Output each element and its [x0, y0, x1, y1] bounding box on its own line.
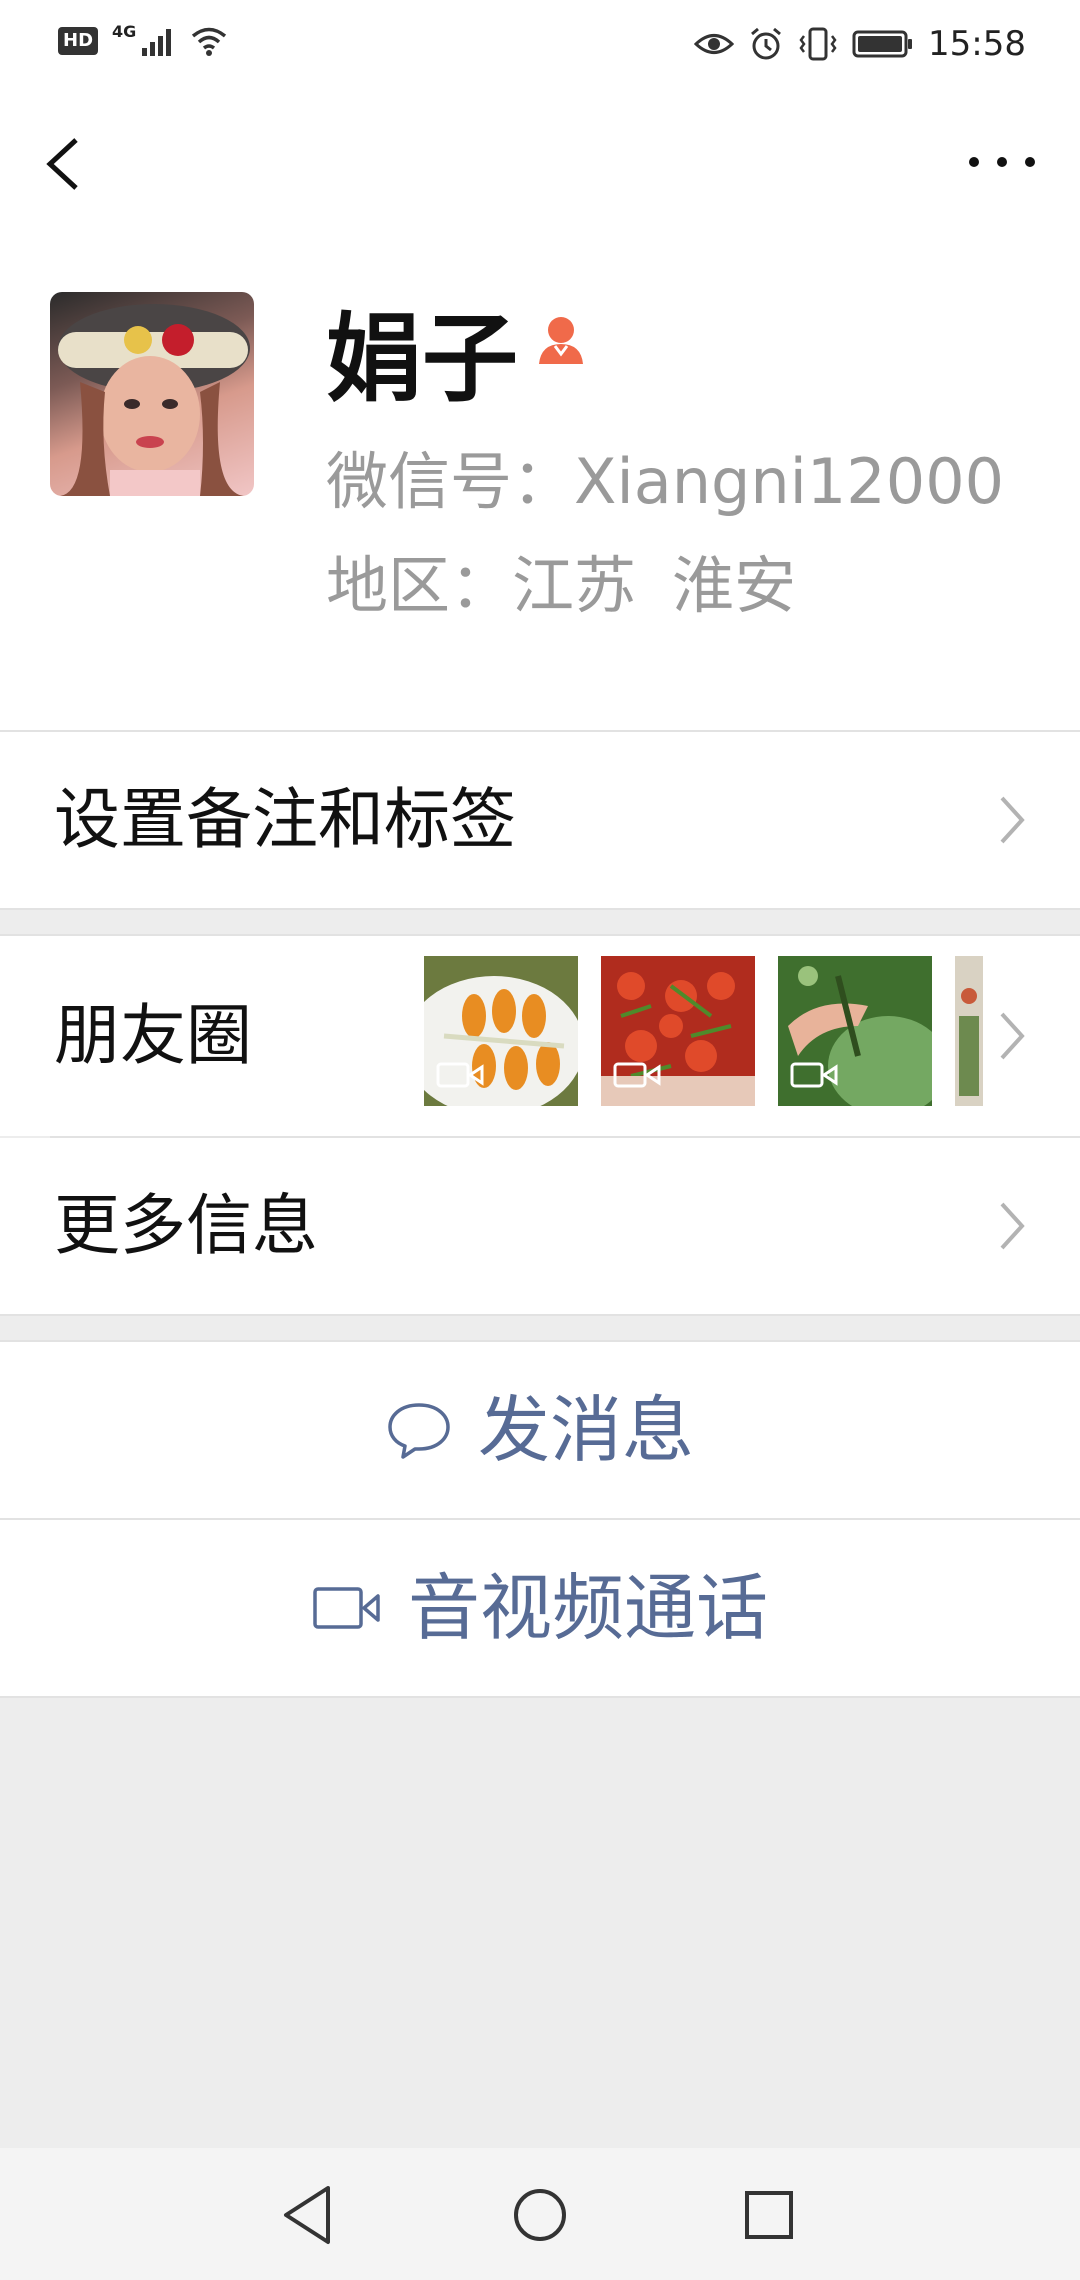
eye-icon — [694, 34, 735, 54]
moments-row[interactable]: 朋友圈 — [0, 936, 1080, 1136]
video-call-button[interactable]: 音视频通话 — [0, 1520, 1080, 1696]
video-camera-icon — [313, 1587, 380, 1629]
video-call-label: 音视频通话 — [407, 1566, 768, 1650]
nav-home-button[interactable] — [503, 2178, 577, 2252]
system-nav-bar — [0, 2148, 1080, 2280]
nav-back-button[interactable] — [272, 2178, 346, 2252]
status-time: 15:58 — [928, 24, 1026, 64]
battery-icon — [852, 30, 913, 58]
alarm-icon — [751, 27, 781, 60]
moments-thumbnail — [778, 956, 932, 1106]
chevron-right-icon — [1000, 1012, 1025, 1060]
status-right: 15:58 — [694, 24, 1026, 64]
back-button[interactable] — [36, 132, 100, 196]
chevron-right-icon — [1000, 1202, 1025, 1250]
avatar-image — [58, 304, 250, 496]
contact-name: 娟子 — [326, 303, 518, 415]
signal-icon — [142, 29, 172, 56]
wechat-id: 微信号：Xiangni12000 — [326, 445, 1005, 518]
top-bar — [0, 92, 1080, 242]
moments-label: 朋友圈 — [54, 997, 252, 1074]
divider — [0, 1314, 1080, 1316]
region-province: 江苏 — [512, 549, 637, 622]
remark-tags-label: 设置备注和标签 — [54, 781, 516, 858]
status-bar: HD 4G 15:58 — [0, 0, 1080, 92]
divider — [0, 908, 1080, 910]
video-icon — [613, 1062, 661, 1088]
chat-bubble-icon — [388, 1403, 450, 1459]
video-icon — [436, 1062, 484, 1088]
vibrate-icon — [799, 27, 837, 61]
chevron-right-icon — [1000, 796, 1025, 844]
send-message-button[interactable]: 发消息 — [0, 1342, 1080, 1518]
profile-header: 娟子 微信号：Xiangni12000 地区：江苏 淮安 — [0, 242, 1080, 730]
female-icon — [539, 317, 583, 364]
moments-thumbnail — [955, 956, 983, 1106]
nav-recents-button[interactable] — [732, 2178, 806, 2252]
moments-thumbnail — [601, 956, 755, 1106]
hd-icon: HD — [58, 27, 99, 55]
more-info-row[interactable]: 更多信息 — [0, 1138, 1080, 1314]
status-left: HD 4G — [58, 22, 228, 56]
wifi-icon — [192, 27, 227, 56]
more-info-label: 更多信息 — [54, 1187, 318, 1264]
divider — [0, 1696, 1080, 1698]
video-icon — [790, 1062, 838, 1088]
region-label: 地区： — [326, 549, 513, 622]
avatar[interactable] — [50, 292, 254, 496]
remark-tags-row[interactable]: 设置备注和标签 — [0, 732, 1080, 908]
moments-thumbnail — [424, 956, 578, 1106]
send-message-label: 发消息 — [477, 1388, 694, 1472]
network-type: 4G — [112, 21, 137, 41]
region-city: 淮安 — [672, 549, 797, 622]
region: 地区：江苏 淮安 — [326, 546, 796, 626]
more-options-button[interactable] — [964, 142, 1040, 182]
